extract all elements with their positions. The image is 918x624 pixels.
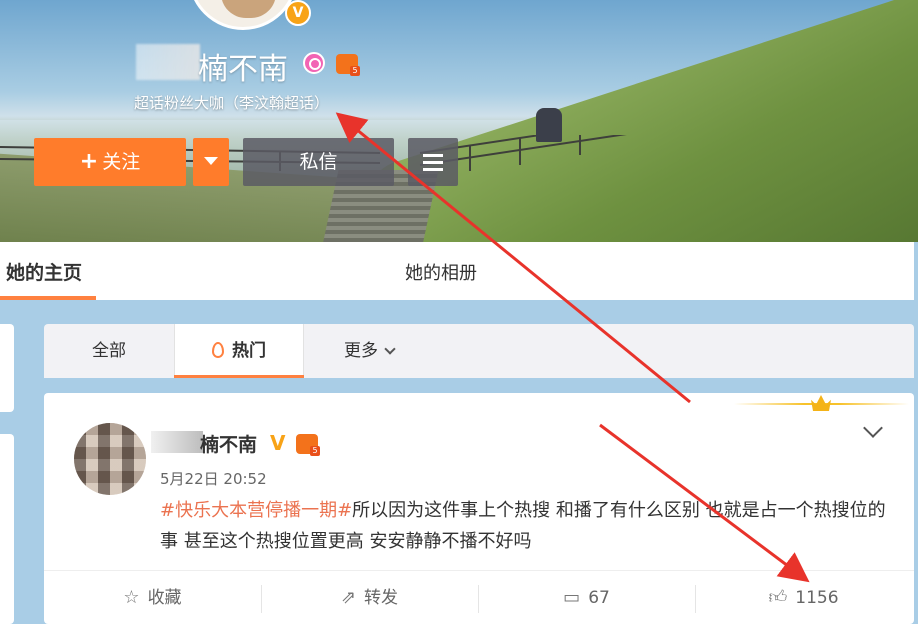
filter-hot[interactable]: 热门 — [174, 324, 304, 378]
profile-nav: 她的主页 她的相册 — [0, 242, 914, 300]
plus-icon: + — [79, 149, 99, 174]
v-badge-icon: V — [285, 0, 311, 26]
fan-level-icon[interactable] — [296, 434, 320, 456]
super-fan-label[interactable]: 超话粉丝大咖（李汶翰超话） — [134, 92, 329, 113]
left-sidebar-card — [0, 324, 14, 412]
post-author[interactable]: 楠不南 — [200, 430, 257, 457]
filter-more-label: 更多 — [344, 341, 378, 361]
comment-icon: ▭ — [563, 587, 581, 608]
tab-album[interactable]: 她的相册 — [405, 259, 477, 285]
follow-button[interactable]: + 关注 — [34, 138, 186, 186]
repost-label: 转发 — [364, 588, 399, 608]
filter-all[interactable]: 全部 — [44, 324, 174, 378]
left-sidebar-card — [0, 434, 14, 624]
filter-more[interactable]: 更多 — [314, 324, 424, 378]
tab-home-underline — [0, 296, 96, 300]
filter-hot-label: 热门 — [232, 341, 266, 361]
comment-count: 67 — [588, 588, 610, 608]
crown-icon — [811, 395, 831, 411]
name-mosaic — [136, 44, 200, 80]
post-avatar[interactable] — [74, 423, 146, 495]
feed-filter: 全部 热门 更多 — [44, 324, 914, 378]
profile-cover — [0, 0, 918, 242]
weibo-post: 楠不南 V 5月22日 20:52 #快乐大本营停播一期#所以因为这件事上个热搜… — [44, 393, 914, 624]
like-button[interactable]: 👍︎ 1156 — [695, 571, 912, 624]
cover-people — [536, 108, 562, 142]
repost-button[interactable]: ⇗ 转发 — [261, 571, 478, 624]
menu-icon[interactable] — [408, 138, 458, 186]
flame-icon — [212, 342, 224, 358]
profile-name: 楠不南 — [198, 52, 288, 87]
like-icon: 👍︎ — [768, 587, 788, 608]
filter-hot-underline — [174, 375, 304, 378]
verified-icon: V — [270, 431, 286, 455]
super-topic-icon[interactable] — [303, 52, 325, 74]
repost-icon: ⇗ — [340, 587, 357, 608]
post-actions: ☆ 收藏 ⇗ 转发 ▭ 67 👍︎ 1156 — [44, 570, 914, 624]
follow-label: 关注 — [102, 151, 141, 173]
post-name-mosaic — [151, 431, 203, 453]
chevron-down-icon — [384, 343, 396, 355]
comment-button[interactable]: ▭ 67 — [478, 571, 695, 624]
follow-dropdown-button[interactable] — [193, 138, 229, 186]
fan-level-icon[interactable] — [336, 54, 360, 76]
tab-home[interactable]: 她的主页 — [6, 258, 82, 285]
post-hashtag[interactable]: #快乐大本营停播一期# — [160, 500, 352, 521]
post-menu-chevron-icon[interactable] — [863, 418, 883, 438]
favorite-label: 收藏 — [147, 588, 182, 608]
message-button[interactable]: 私信 — [243, 138, 394, 186]
star-icon: ☆ — [123, 587, 140, 608]
post-time[interactable]: 5月22日 20:52 — [160, 468, 267, 489]
like-count: 1156 — [795, 588, 839, 608]
post-text: #快乐大本营停播一期#所以因为这件事上个热搜 和播了有什么区别 也就是占一个热搜… — [160, 495, 900, 557]
favorite-button[interactable]: ☆ 收藏 — [44, 571, 261, 624]
